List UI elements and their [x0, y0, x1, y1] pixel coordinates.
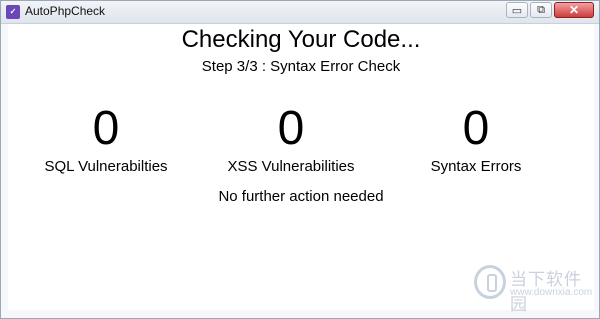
app-icon: ✓ — [6, 5, 20, 19]
window-controls: ▭ ⧉ ✕ — [506, 2, 594, 18]
syntax-stat: 0 Syntax Errors — [386, 100, 566, 175]
minimize-button[interactable]: ▭ — [506, 2, 528, 18]
close-button[interactable]: ✕ — [554, 2, 594, 18]
watermark: 当下软件园 www.downxia.com — [470, 259, 594, 314]
xss-label: XSS Vulnerabilities — [227, 158, 355, 175]
watermark-url: www.downxia.com — [510, 287, 593, 298]
syntax-count: 0 — [462, 102, 490, 155]
restore-button[interactable]: ⧉ — [530, 2, 552, 18]
sql-stat: 0 SQL Vulnerabilties — [16, 100, 196, 175]
step-indicator: Step 3/3 : Syntax Error Check — [201, 58, 401, 75]
client-area: Checking Your Code... Step 3/3 : Syntax … — [8, 24, 594, 314]
sql-count: 0 — [92, 102, 120, 155]
page-title: Checking Your Code... — [181, 26, 421, 53]
app-window: ✓ AutoPhpCheck ▭ ⧉ ✕ Checking Your Code.… — [0, 0, 600, 319]
watermark-logo-icon — [474, 265, 506, 299]
xss-stat: 0 XSS Vulnerabilities — [201, 100, 381, 175]
window-title: AutoPhpCheck — [25, 4, 106, 18]
xss-count: 0 — [277, 102, 305, 155]
title-bar[interactable]: ✓ AutoPhpCheck ▭ ⧉ ✕ — [1, 1, 599, 24]
syntax-label: Syntax Errors — [430, 158, 522, 175]
status-message: No further action needed — [218, 188, 384, 205]
sql-label: SQL Vulnerabilties — [44, 158, 168, 175]
